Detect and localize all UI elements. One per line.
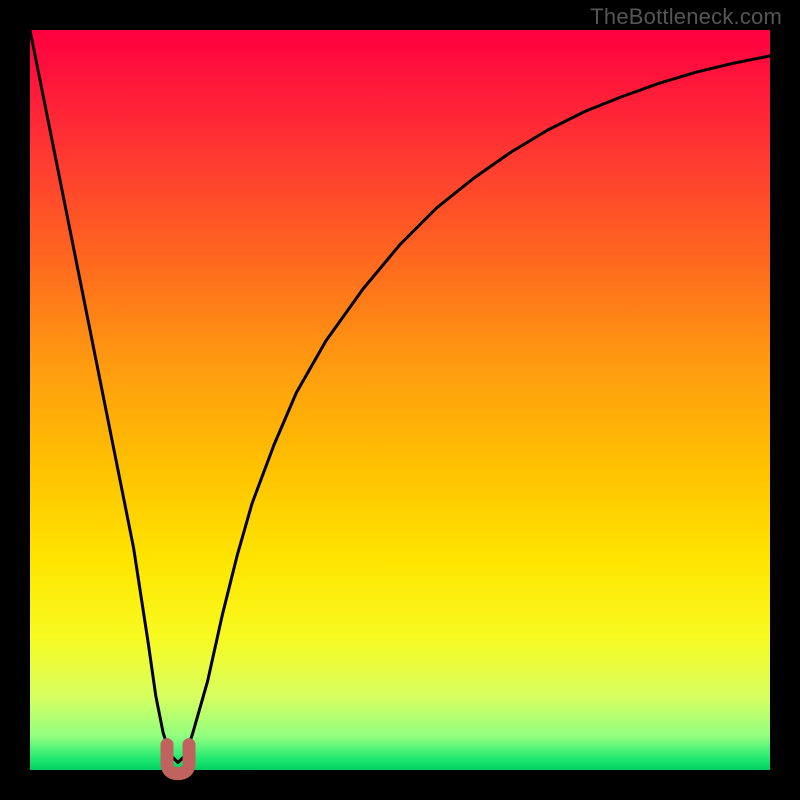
bottleneck-chart [0, 0, 800, 800]
watermark-text: TheBottleneck.com [590, 4, 782, 30]
chart-frame: TheBottleneck.com [0, 0, 800, 800]
gradient-background [30, 30, 770, 770]
